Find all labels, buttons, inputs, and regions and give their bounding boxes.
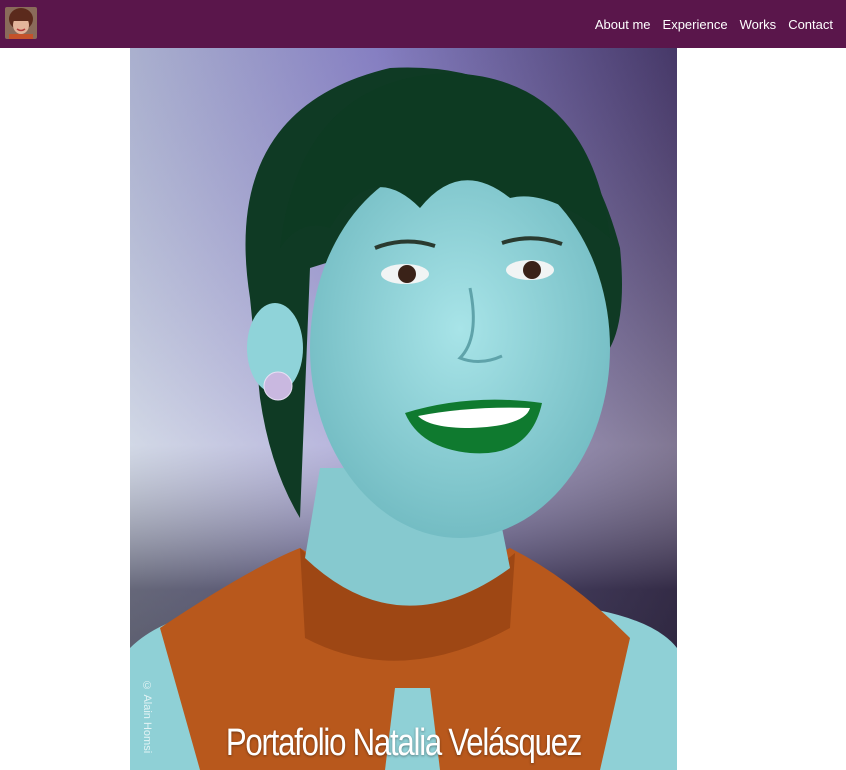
hero-title: Portafolio Natalia Velásquez xyxy=(225,722,583,764)
photo-credit: © Alain Homsi xyxy=(141,680,153,754)
nav-link-works[interactable]: Works xyxy=(740,17,777,32)
nav-link-contact[interactable]: Contact xyxy=(788,17,833,32)
logo-avatar[interactable] xyxy=(5,7,37,39)
main-nav: About me Experience Works Contact xyxy=(595,0,833,48)
hero-photo xyxy=(130,48,677,770)
nav-link-about[interactable]: About me xyxy=(595,17,651,32)
top-navbar: About me Experience Works Contact xyxy=(0,0,846,48)
avatar-image xyxy=(5,7,37,39)
portrait-image xyxy=(130,48,677,770)
nav-link-experience[interactable]: Experience xyxy=(663,17,728,32)
